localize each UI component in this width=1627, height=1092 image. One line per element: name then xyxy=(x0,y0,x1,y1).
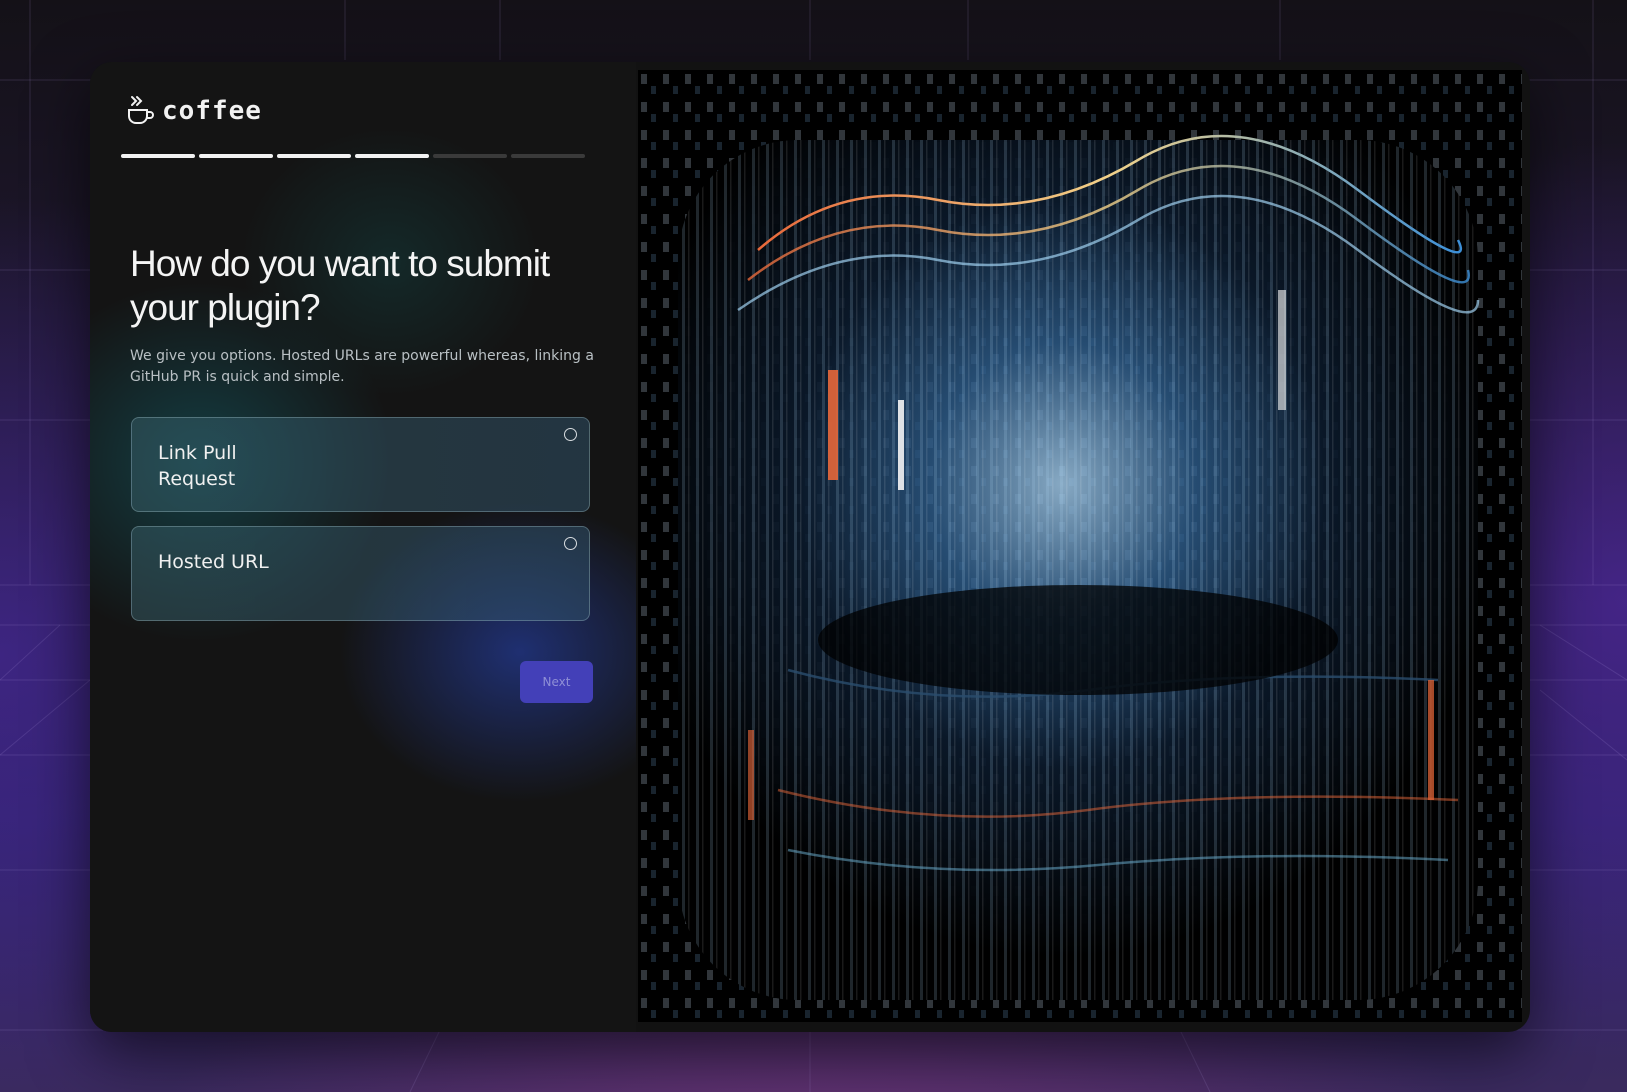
progress-segment-5 xyxy=(433,154,507,158)
option-label: Hosted URL xyxy=(158,551,269,573)
page-title: How do you want to submit your plugin? xyxy=(130,243,550,328)
progress-segment-1 xyxy=(121,154,195,158)
brand-name: coffee xyxy=(162,96,262,126)
step-progress xyxy=(121,154,585,158)
form-panel: coffee How do you want to submit your pl… xyxy=(90,62,636,1032)
progress-segment-6 xyxy=(511,154,585,158)
progress-segment-3 xyxy=(277,154,351,158)
coffee-cup-icon xyxy=(126,94,154,128)
option-label: Link Pull Request xyxy=(158,442,237,490)
option-link-pull-request[interactable]: Link Pull Request xyxy=(131,417,590,512)
page-description: We give you options. Hosted URLs are pow… xyxy=(130,348,594,385)
radio-button[interactable] xyxy=(564,428,577,441)
onboarding-card: coffee How do you want to submit your pl… xyxy=(90,62,1530,1032)
brand-logo[interactable]: coffee xyxy=(126,94,262,128)
glitch-artwork-illustration xyxy=(638,70,1522,1022)
hero-artwork-image xyxy=(638,70,1522,1022)
progress-segment-2 xyxy=(199,154,273,158)
progress-segment-4 xyxy=(355,154,429,158)
next-button[interactable]: Next xyxy=(520,661,593,703)
radio-button[interactable] xyxy=(564,537,577,550)
option-hosted-url[interactable]: Hosted URL xyxy=(131,526,590,621)
